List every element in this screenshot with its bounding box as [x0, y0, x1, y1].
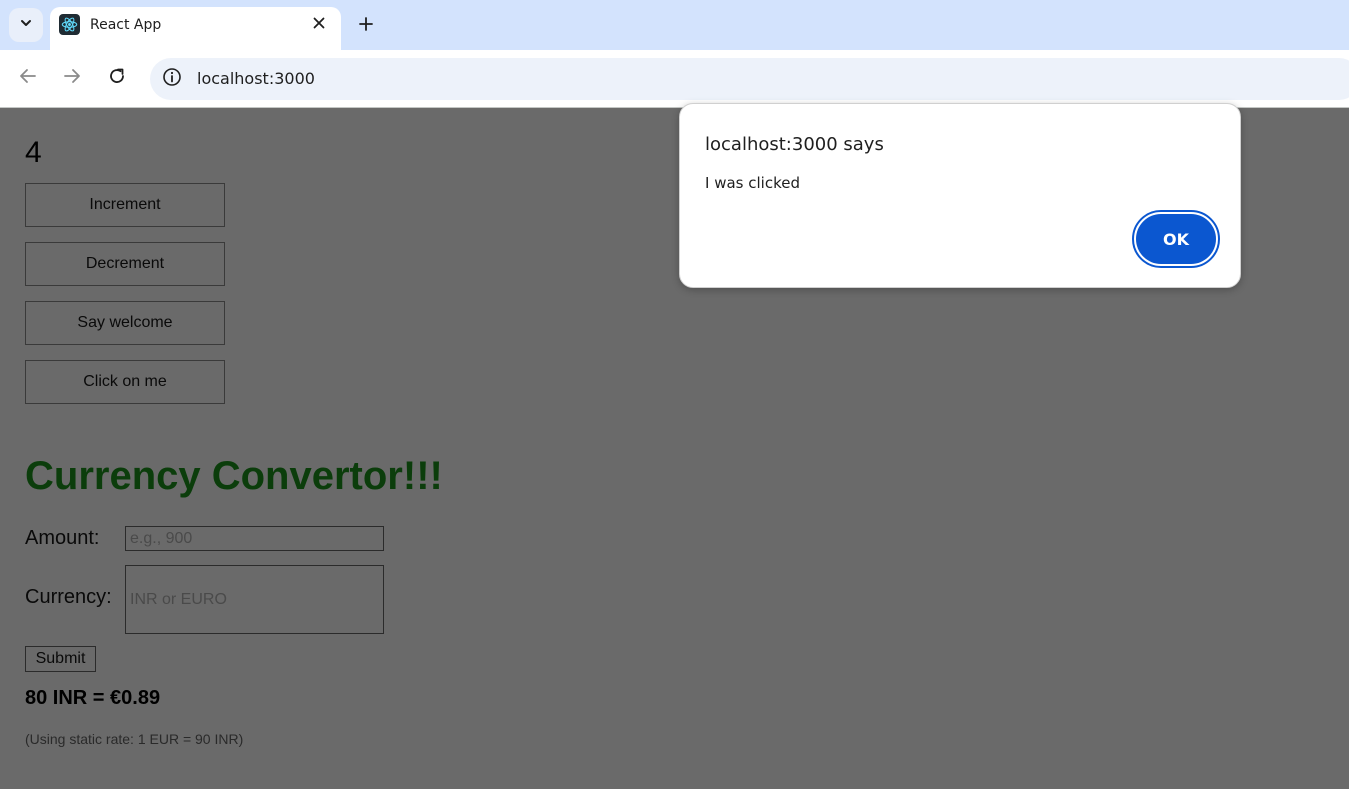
converter-heading: Currency Convertor!!! — [25, 454, 443, 498]
info-icon — [162, 67, 182, 92]
address-bar[interactable]: localhost:3000 — [150, 58, 1349, 100]
ok-focus-ring: OK — [1132, 210, 1220, 268]
tab-react-app[interactable]: React App — [50, 7, 341, 50]
reload-icon — [107, 66, 127, 91]
tab-close-button[interactable] — [310, 16, 328, 34]
say-welcome-button[interactable]: Say welcome — [25, 301, 225, 345]
conversion-result: 80 INR = €0.89 — [25, 687, 161, 709]
forward-button[interactable] — [60, 66, 84, 90]
chevron-down-icon — [19, 16, 33, 35]
tab-search-button[interactable] — [9, 8, 43, 42]
browser-toolbar: localhost:3000 — [0, 50, 1349, 108]
arrow-right-icon — [62, 66, 82, 91]
amount-placeholder: e.g., 900 — [130, 529, 193, 547]
click-on-me-button[interactable]: Click on me — [25, 360, 225, 404]
address-url: localhost:3000 — [197, 69, 315, 88]
amount-label: Amount: — [25, 527, 100, 549]
currency-input[interactable]: INR or EURO — [125, 565, 384, 634]
counter-value: 4 — [25, 136, 42, 169]
alert-dialog: localhost:3000 says I was clicked OK — [679, 103, 1241, 288]
plus-icon — [358, 16, 374, 37]
dialog-message: I was clicked — [705, 174, 800, 192]
close-icon — [313, 16, 325, 34]
submit-button[interactable]: Submit — [25, 646, 96, 672]
arrow-left-icon — [18, 66, 38, 91]
currency-label: Currency: — [25, 586, 112, 608]
back-button[interactable] — [16, 66, 40, 90]
react-logo-icon — [59, 14, 80, 35]
ok-button[interactable]: OK — [1136, 214, 1216, 264]
dialog-title: localhost:3000 says — [705, 134, 884, 155]
currency-placeholder: INR or EURO — [130, 590, 227, 608]
new-tab-button[interactable] — [354, 14, 378, 38]
tab-title: React App — [90, 17, 162, 33]
reload-button[interactable] — [105, 66, 129, 90]
tab-strip: React App — [0, 0, 1349, 50]
decrement-button[interactable]: Decrement — [25, 242, 225, 286]
increment-button[interactable]: Increment — [25, 183, 225, 227]
rate-note: (Using static rate: 1 EUR = 90 INR) — [25, 731, 244, 747]
site-info-button[interactable] — [161, 67, 183, 92]
amount-input[interactable]: e.g., 900 — [125, 526, 384, 551]
